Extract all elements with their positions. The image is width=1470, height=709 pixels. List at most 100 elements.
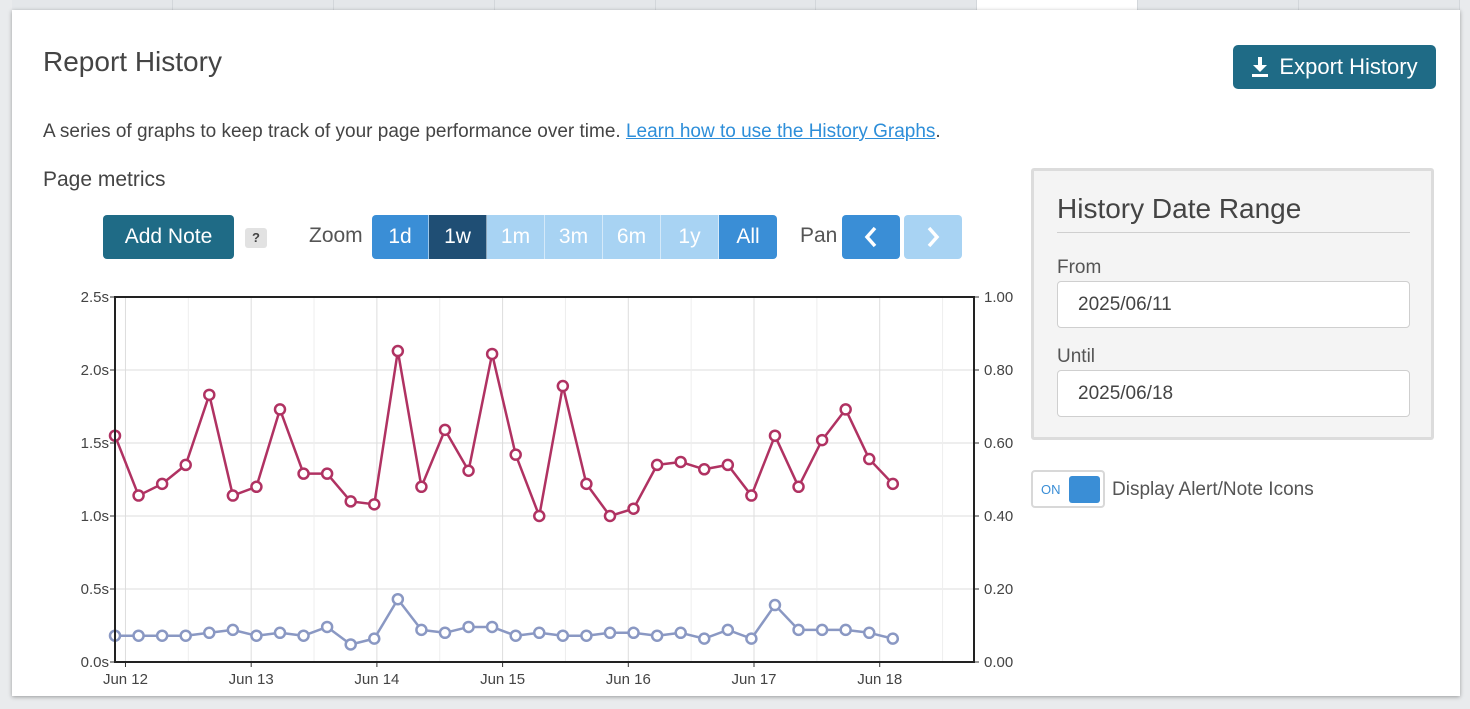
zoom-1m-button[interactable]: 1m [487, 215, 545, 259]
series-2-point [580, 629, 593, 642]
series-1-point [438, 423, 452, 437]
series-1-point [368, 498, 381, 511]
series-1-point [886, 477, 900, 491]
series-2-point [533, 626, 546, 640]
top-tab[interactable] [1299, 0, 1461, 10]
zoom-1y-button[interactable]: 1y [661, 215, 719, 259]
series-2-point [792, 623, 805, 637]
y-left-tick-label: 1.5s [81, 435, 109, 452]
alert-icons-toggle[interactable]: ON [1031, 470, 1105, 508]
series-1-point [155, 477, 169, 491]
series-1-point [862, 452, 876, 466]
zoom-1d-button[interactable]: 1d [372, 215, 429, 259]
top-tab-strip [12, 0, 1461, 10]
y-right-tick-label: 0.80 [984, 362, 1013, 379]
from-date-input[interactable] [1057, 281, 1410, 328]
intro-text: A series of graphs to keep track of your… [43, 121, 941, 143]
chevron-left-icon [864, 226, 877, 248]
zoom-label: Zoom [309, 224, 363, 247]
y-right-tick-label: 0.60 [984, 435, 1013, 452]
y-right-tick-label: 0.00 [984, 654, 1013, 671]
zoom-1w-button[interactable]: 1w [429, 215, 487, 259]
series-1-point [273, 403, 287, 416]
series-2-point [391, 592, 405, 606]
x-tick-label: Jun 18 [857, 671, 902, 688]
top-tab[interactable] [1138, 0, 1300, 10]
zoom-all-button[interactable]: All [719, 215, 777, 259]
zoom-button-group: 1d 1w 1m 3m 6m 1y All [372, 215, 777, 259]
x-tick-label: Jun 12 [103, 671, 148, 688]
history-chart[interactable]: 0.0s 0.5s 1.0s 1.5s 2.0s 2.5s 0.00 0.20 0.40 0.60… [62, 285, 1022, 696]
series-1-point [533, 509, 546, 523]
series-2-point [320, 620, 334, 634]
x-tick-label: Jun 15 [480, 671, 525, 688]
series-1-point [674, 455, 687, 469]
toggle-label: Display Alert/Note Icons [1112, 479, 1314, 500]
series-1-point [462, 464, 475, 477]
y-right-tick-label: 0.20 [984, 581, 1013, 598]
until-date-input[interactable] [1057, 370, 1410, 417]
series-1-point [627, 502, 640, 515]
intro-trailing: . [935, 121, 941, 142]
series-1-point [603, 509, 617, 523]
series-1-point [344, 495, 357, 508]
series-2-point [556, 629, 570, 642]
x-tick-label: Jun 16 [606, 671, 651, 688]
series-1-point [485, 347, 499, 361]
y-right-tick-label: 1.00 [984, 289, 1013, 306]
date-range-divider [1057, 232, 1410, 233]
date-range-title: History Date Range [1057, 193, 1302, 224]
report-history-card: Report History Export History A series o… [12, 10, 1460, 696]
series-1-point [815, 433, 829, 447]
export-history-label: Export History [1279, 54, 1418, 79]
zoom-3m-button[interactable]: 3m [545, 215, 603, 259]
series-1-point [250, 480, 263, 494]
top-tab[interactable] [173, 0, 334, 10]
top-tab[interactable] [495, 0, 656, 10]
series-2-point [886, 632, 900, 645]
series-1-point [650, 458, 664, 472]
series-2-point [603, 626, 617, 640]
series-1-point [580, 477, 593, 491]
section-title: Page metrics [43, 168, 166, 191]
series-2-point [297, 629, 310, 642]
series-2-point [839, 623, 852, 637]
history-chart-svg: 0.0s 0.5s 1.0s 1.5s 2.0s 2.5s 0.00 0.20 0.40 0.60… [81, 289, 1014, 688]
until-label: Until [1057, 346, 1096, 367]
pan-label: Pan [800, 224, 838, 247]
series-1-point [509, 448, 522, 461]
series-2-point [179, 629, 192, 642]
series-1-point [556, 379, 570, 393]
series-1-point [698, 463, 711, 476]
x-tick-label: Jun 17 [731, 671, 776, 688]
y-left-tick-label: 0.5s [81, 581, 109, 598]
top-tab[interactable] [816, 0, 978, 10]
pan-left-button[interactable] [842, 215, 900, 259]
series-2-point [509, 629, 522, 642]
pan-right-button[interactable] [904, 215, 962, 259]
series-1-point [839, 403, 852, 416]
top-tab-active[interactable] [977, 0, 1139, 10]
download-icon [1252, 57, 1269, 77]
series-2-point [485, 620, 499, 634]
series-1-point [721, 458, 735, 472]
series-2-point [415, 623, 428, 637]
top-tab[interactable] [12, 0, 173, 10]
toggle-state-text: ON [1041, 482, 1061, 497]
top-tab[interactable] [334, 0, 495, 10]
series-1-point [203, 388, 216, 402]
export-history-button[interactable]: Export History [1233, 45, 1436, 89]
help-badge[interactable]: ? [245, 228, 267, 248]
zoom-6m-button[interactable]: 6m [603, 215, 661, 259]
toggle-knob [1069, 476, 1100, 503]
series-2-point [273, 626, 287, 640]
history-graphs-help-link[interactable]: Learn how to use the History Graphs [626, 121, 935, 142]
series-1-point [768, 429, 782, 442]
page-title: Report History [43, 46, 222, 77]
series-1-point [415, 480, 428, 494]
series-2-point [721, 623, 735, 637]
add-note-button[interactable]: Add Note [103, 215, 234, 259]
series-2-point [674, 626, 687, 640]
top-tab[interactable] [656, 0, 817, 10]
series-2-point [155, 629, 169, 642]
